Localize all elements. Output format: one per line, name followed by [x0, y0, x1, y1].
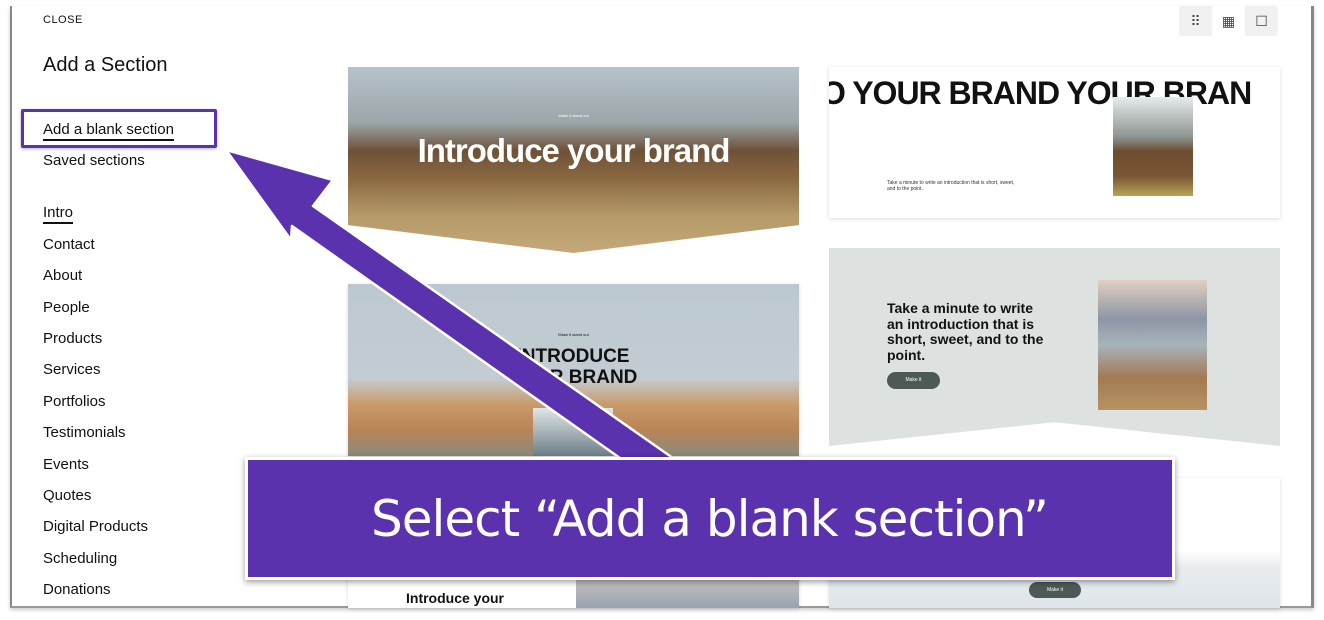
- instruction-banner: Select “Add a blank section”: [245, 457, 1175, 580]
